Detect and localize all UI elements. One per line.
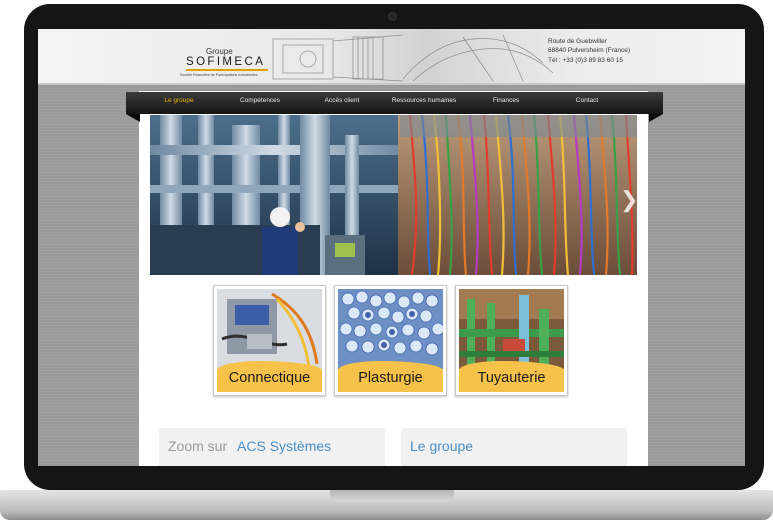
nav-item-acces-client[interactable]: Accès client	[325, 97, 360, 104]
logo-tagline: Société Financière de Participations Ind…	[180, 73, 258, 77]
nav-item-ressources-humaines[interactable]: Ressources humaines	[392, 97, 456, 104]
chevron-right-icon[interactable]: ❯	[620, 187, 638, 213]
hero-image	[150, 115, 637, 275]
logo-underline	[186, 69, 268, 71]
site-header: Groupe SOFIMECA Société Financière de Pa…	[38, 29, 745, 85]
camera-icon	[388, 12, 397, 21]
nav-item-finances[interactable]: Finances	[493, 97, 519, 104]
address-phone: Tél : +33 (0)3 89 83 60 15	[548, 56, 623, 64]
zoom-sur-company-link[interactable]: ACS Systèmes	[237, 438, 331, 454]
tile-label: Plasturgie	[358, 370, 423, 386]
cable-assembly-image	[217, 289, 322, 369]
zoom-sur-prefix: Zoom sur	[168, 438, 228, 454]
tile-plasturgie[interactable]: Plasturgie	[334, 285, 447, 396]
address-city: 68840 Pulversheim (France)	[548, 47, 631, 55]
nav-item-competences[interactable]: Compétences	[240, 97, 280, 104]
tile-label: Tuyauterie	[477, 370, 546, 386]
machinery-sketch-image	[272, 34, 554, 82]
laptop-notch	[330, 490, 454, 502]
zoom-sur-heading: Zoom sur ACS Systèmes	[168, 438, 331, 454]
tile-label: Connectique	[228, 370, 311, 386]
hero-banner[interactable]	[150, 115, 637, 275]
logo-name[interactable]: SOFIMECA	[186, 56, 265, 68]
logo-groupe-text: Groupe	[206, 47, 233, 56]
nav-item-contact[interactable]: Contact	[576, 97, 598, 104]
tile-connectique[interactable]: Connectique	[213, 285, 326, 396]
nav-ribbon-fold-right	[649, 114, 663, 122]
address-street: Route de Guebwiller	[548, 38, 607, 45]
laptop-screen: Groupe SOFIMECA Société Financière de Pa…	[38, 29, 745, 466]
plastic-pellets-image	[338, 289, 443, 369]
tile-tuyauterie[interactable]: Tuyauterie	[455, 285, 568, 396]
nav-ribbon-fold-left	[126, 114, 140, 122]
address-block: Route de Guebwiller 68840 Pulversheim (F…	[548, 37, 630, 65]
industrial-piping-image	[459, 289, 564, 369]
nav-item-le-groupe[interactable]: Le groupe	[164, 97, 193, 104]
le-groupe-heading[interactable]: Le groupe	[410, 438, 473, 454]
